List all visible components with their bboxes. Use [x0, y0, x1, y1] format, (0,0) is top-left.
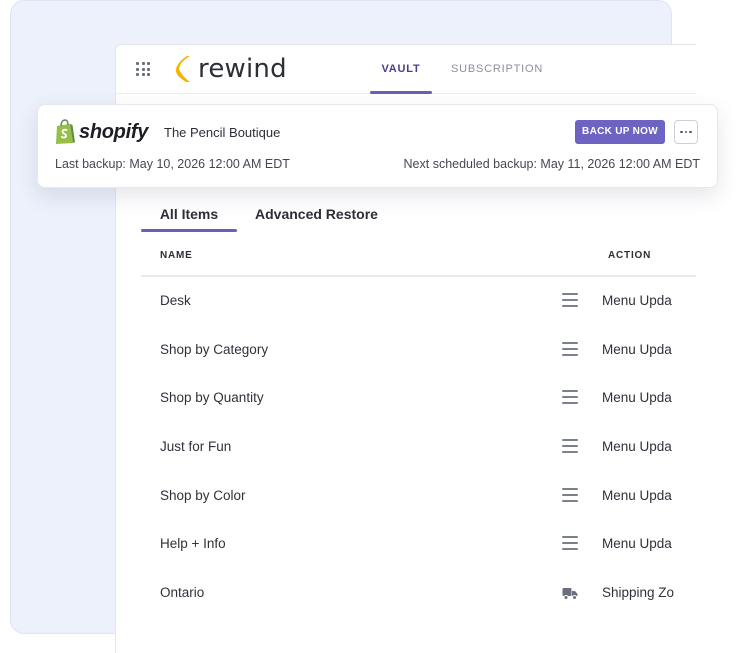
item-action: Menu Upda	[602, 487, 672, 503]
menu-icon	[562, 341, 578, 358]
table-header: NAME ACTION	[141, 237, 696, 277]
column-header-name[interactable]: NAME	[160, 250, 193, 261]
shopify-bag-icon	[56, 119, 75, 144]
more-dots-icon	[680, 130, 683, 134]
item-name: Help + Info	[160, 536, 226, 552]
shopify-logo: shopify	[54, 119, 148, 145]
item-action: Menu Upda	[602, 390, 672, 406]
menu-icon	[562, 390, 578, 406]
tab-advanced-restore[interactable]: Advanced Restore	[255, 197, 378, 231]
items-table: NAME ACTION Desk Menu Upda Shop by Categ…	[141, 237, 696, 618]
menu-icon	[562, 293, 578, 309]
table-row[interactable]: Just for Fun Menu Upda	[141, 423, 696, 472]
item-name: Desk	[160, 293, 191, 308]
item-action: Menu Upda	[602, 536, 672, 552]
last-backup-text: Last backup: May 10, 2026 12:00 AM EDT	[55, 157, 290, 171]
menu-icon	[562, 536, 578, 552]
item-action: Menu Upda	[602, 293, 672, 308]
rewind-logo[interactable]: rewind	[174, 53, 287, 85]
item-action: Shipping Zo	[602, 585, 675, 601]
item-name: Just for Fun	[160, 439, 232, 455]
more-options-button[interactable]	[674, 120, 698, 144]
app-grid-icon[interactable]	[136, 62, 150, 76]
table-row[interactable]: Shop by Category Menu Upda	[141, 326, 696, 375]
tab-subscription[interactable]: SUBSCRIPTION	[451, 45, 543, 93]
top-nav-bar: rewind VAULT SUBSCRIPTION	[116, 45, 696, 94]
tab-all-items[interactable]: All Items	[141, 197, 237, 232]
back-up-now-button[interactable]: BACK UP NOW	[575, 120, 665, 144]
item-name: Shop by Quantity	[160, 390, 264, 406]
next-backup-text: Next scheduled backup: May 11, 2026 12:0…	[403, 157, 700, 171]
table-row[interactable]: Ontario Shipping Zo	[141, 569, 696, 618]
item-action: Menu Upda	[602, 439, 672, 455]
table-row[interactable]: Desk Menu Upda	[141, 277, 696, 326]
table-row[interactable]: Shop by Quantity Menu Upda	[141, 374, 696, 423]
logo-text: rewind	[198, 54, 287, 84]
menu-icon	[562, 487, 578, 504]
table-row[interactable]: Shop by Color Menu Upda	[141, 472, 696, 521]
tab-vault[interactable]: VAULT	[370, 45, 432, 94]
truck-icon	[562, 588, 578, 601]
rewind-logo-icon	[175, 56, 190, 82]
item-name: Ontario	[160, 585, 205, 601]
table-row[interactable]: Help + Info Menu Upda	[141, 520, 696, 569]
item-name: Shop by Category	[160, 341, 269, 357]
column-header-action[interactable]: ACTION	[608, 250, 651, 261]
store-backup-card: shopify The Pencil Boutique BACK UP NOW …	[37, 104, 718, 188]
menu-icon	[562, 439, 578, 455]
item-name: Shop by Color	[160, 487, 246, 503]
shopify-wordmark: shopify	[79, 120, 149, 143]
item-action: Menu Upda	[602, 341, 672, 357]
store-name: The Pencil Boutique	[164, 125, 281, 140]
